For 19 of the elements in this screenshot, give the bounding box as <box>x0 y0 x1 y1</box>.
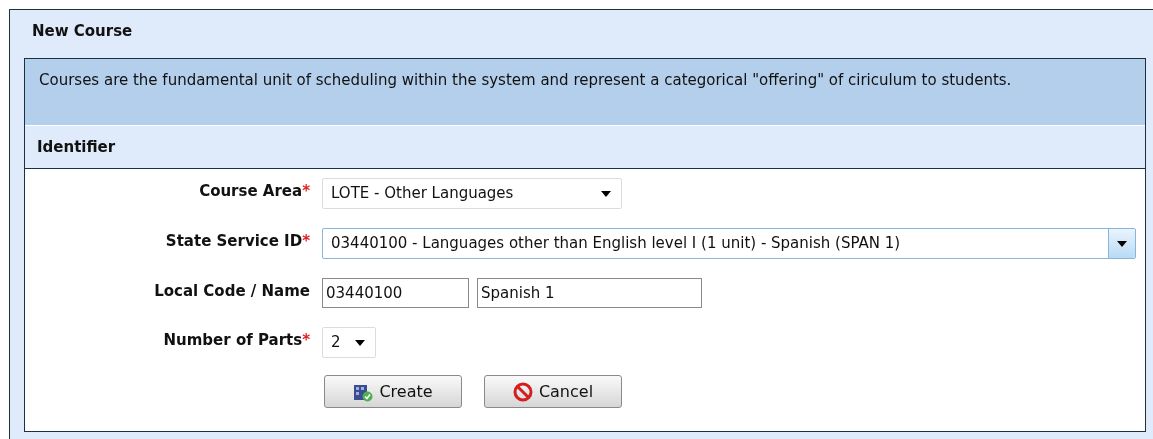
caret-icon <box>355 339 365 346</box>
dropdown[interactable]: LOTE - Other Languages <box>322 178 622 209</box>
caret-icon <box>1117 240 1127 247</box>
field-label: Number of Parts* <box>163 331 310 349</box>
text-field[interactable]: 03440100 <box>322 278 469 308</box>
field-label: Local Code / Name <box>154 282 310 300</box>
cancel-button[interactable]: Cancel <box>484 375 622 408</box>
field-label: Course Area* <box>199 182 310 200</box>
caret-icon <box>601 190 611 197</box>
field-label: State Service ID* <box>165 232 310 250</box>
no-entry-icon <box>512 381 533 402</box>
dropdown[interactable]: 03440100 - Languages other than English level I (1 unit) - Spanish (SPAN 1) <box>322 228 1136 259</box>
text-field[interactable]: Spanish 1 <box>477 278 702 308</box>
dropdown-button[interactable] <box>1108 229 1135 258</box>
panel-title: New Course <box>31 21 134 42</box>
dropdown[interactable]: 2 <box>322 327 376 358</box>
description-text: Courses are the fundamental unit of scheduling within the system and represent a categorical "offering" of ciriculum to students. <box>39 70 1013 90</box>
section-header: Identifier <box>25 126 1145 169</box>
create-button[interactable]: Create <box>324 375 462 408</box>
